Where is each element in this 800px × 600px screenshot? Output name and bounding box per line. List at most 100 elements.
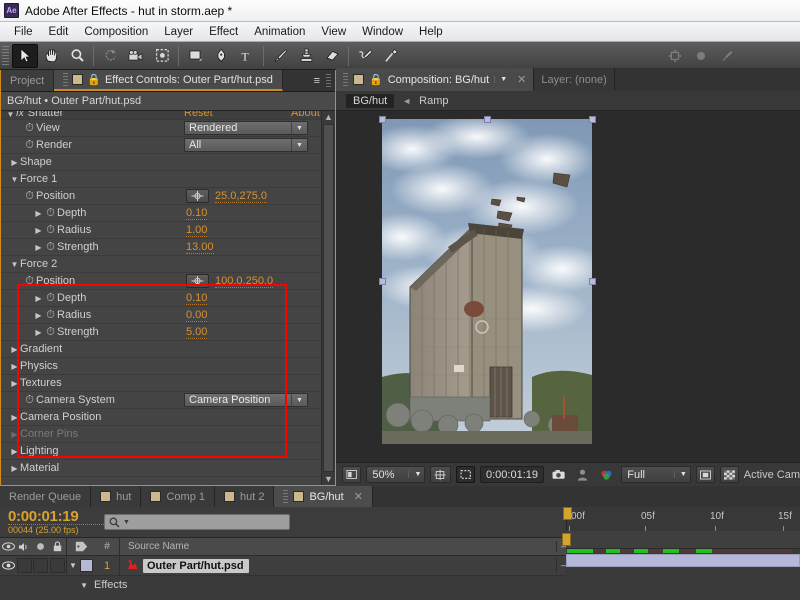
twirl-closed-icon[interactable]: ▶ [33, 311, 44, 320]
label-header-icon[interactable] [67, 541, 95, 552]
effect-controls-scrollbar[interactable]: ▲ ▼ [321, 111, 335, 485]
param-row-force1-position[interactable]: ⏱ Position 25.0,275.0 [1, 188, 321, 205]
menu-edit[interactable]: Edit [41, 24, 77, 40]
align-icon[interactable] [662, 44, 688, 68]
twirl-closed-icon[interactable]: ▶ [9, 413, 20, 422]
shape-tool[interactable] [182, 44, 208, 68]
param-group-camera-position[interactable]: ▶ Camera Position [1, 409, 321, 426]
tab-project[interactable]: Project [1, 70, 54, 91]
menu-animation[interactable]: Animation [246, 24, 313, 40]
channel-rgb-icon[interactable] [597, 466, 616, 483]
layer-visibility-toggle[interactable] [0, 561, 16, 570]
param-value[interactable]: 13.00 [186, 241, 214, 254]
layer-audio-toggle[interactable] [17, 558, 32, 573]
twirl-closed-icon[interactable]: ▶ [9, 464, 20, 473]
selection-handle-tr[interactable] [589, 116, 596, 123]
menu-view[interactable]: View [313, 24, 354, 40]
column-header-number[interactable]: # [95, 541, 119, 552]
panel-menu-icon[interactable]: ≡ [314, 75, 320, 87]
camera-orbit-tool[interactable] [123, 44, 149, 68]
param-group-material[interactable]: ▶ Material [1, 460, 321, 477]
timeline-track-area[interactable] [566, 531, 800, 549]
view-camera-label[interactable]: Active Cam [744, 469, 800, 481]
region-preview-icon[interactable] [696, 466, 715, 483]
twirl-closed-icon[interactable]: ▶ [33, 209, 44, 218]
menu-composition[interactable]: Composition [76, 24, 156, 40]
menu-effect[interactable]: Effect [201, 24, 246, 40]
brush-panel-icon[interactable] [714, 44, 740, 68]
param-group-shape[interactable]: ▶ Shape [1, 154, 321, 171]
stopwatch-icon[interactable]: ⏱ [23, 139, 36, 152]
twirl-closed-icon[interactable]: ▶ [9, 158, 20, 167]
selection-handle-tc[interactable] [484, 116, 491, 123]
param-row-force2-position[interactable]: ⏱ Position 100.0,250.0 [1, 273, 321, 290]
clone-stamp-tool[interactable] [293, 44, 319, 68]
twirl-closed-icon[interactable]: ▶ [33, 243, 44, 252]
stopwatch-icon[interactable]: ⏱ [23, 394, 36, 407]
roto-brush-tool[interactable] [352, 44, 378, 68]
param-group-physics[interactable]: ▶ Physics [1, 358, 321, 375]
stopwatch-icon[interactable]: ⏱ [23, 275, 36, 288]
param-value[interactable]: 0.00 [186, 309, 207, 322]
twirl-closed-icon[interactable]: ▶ [33, 294, 44, 303]
stopwatch-icon[interactable]: ⏱ [44, 224, 57, 237]
pan-behind-tool[interactable] [149, 44, 175, 68]
choose-grid-guides-icon[interactable] [430, 466, 450, 483]
stopwatch-icon[interactable]: ⏱ [44, 292, 57, 305]
scrollbar-thumb[interactable] [323, 124, 334, 472]
brush-tool[interactable] [267, 44, 293, 68]
twirl-closed-icon[interactable]: ▶ [9, 362, 20, 371]
param-row-force2-strength[interactable]: ▶ ⏱ Strength 5.00 [1, 324, 321, 341]
region-of-interest-icon[interactable] [456, 466, 475, 483]
audio-header-icon[interactable] [16, 542, 32, 552]
take-snapshot-icon[interactable] [549, 466, 568, 483]
param-row-force2-radius[interactable]: ▶ ⏱ Radius 0.00 [1, 307, 321, 324]
effects-twirl-icon[interactable]: ▼ [80, 581, 88, 590]
timeline-ruler[interactable]: 00f 05f 10f 15f [566, 507, 800, 531]
current-timecode[interactable]: 0:00:01:19 [480, 466, 544, 483]
selection-handle-ml[interactable] [379, 278, 386, 285]
close-icon[interactable]: ✕ [354, 490, 363, 503]
layer-color-swatch[interactable] [80, 559, 93, 572]
tab-hut-2[interactable]: hut 2 [215, 486, 274, 507]
solo-header-icon[interactable] [32, 542, 48, 551]
param-value[interactable]: 1.00 [186, 224, 207, 237]
view-dropdown[interactable]: Rendered ▼ [184, 121, 308, 135]
type-tool[interactable]: T [234, 44, 260, 68]
twirl-icon[interactable]: ▼ [5, 111, 16, 119]
hand-tool[interactable] [38, 44, 64, 68]
param-group-lighting[interactable]: ▶ Lighting [1, 443, 321, 460]
chevron-down-icon[interactable]: ▼ [494, 76, 507, 83]
panel-grip-icon[interactable] [326, 74, 331, 87]
tab-comp-1[interactable]: Comp 1 [141, 486, 215, 507]
toggle-transparency-grid-icon[interactable] [342, 466, 361, 483]
column-header-source-name[interactable]: Source Name [120, 541, 556, 552]
twirl-closed-icon[interactable]: ▶ [9, 447, 20, 456]
param-row-force1-strength[interactable]: ▶ ⏱ Strength 13.00 [1, 239, 321, 256]
twirl-open-icon[interactable]: ▼ [9, 175, 20, 184]
menu-help[interactable]: Help [411, 24, 451, 40]
close-icon[interactable]: ✕ [517, 73, 526, 86]
tab-composition-bg-hut[interactable]: 🔒 Composition: BG/hut ▼ ✕ [336, 68, 534, 91]
tab-render-queue[interactable]: Render Queue [0, 486, 91, 507]
position-picker-icon[interactable] [186, 189, 209, 203]
param-value[interactable]: 100.0,250.0 [215, 275, 273, 288]
search-input[interactable]: ▼ [104, 514, 290, 530]
effect-header-shatter[interactable]: ▼ fx Shatter Reset About [1, 111, 321, 120]
param-row-view[interactable]: ⏱ View Rendered ▼ [1, 120, 321, 137]
param-row-render[interactable]: ⏱ Render All ▼ [1, 137, 321, 154]
tab-hut[interactable]: hut [91, 486, 141, 507]
stopwatch-icon[interactable]: ⏱ [23, 190, 36, 203]
stopwatch-icon[interactable]: ⏱ [44, 241, 57, 254]
menu-window[interactable]: Window [354, 24, 411, 40]
lock-icon[interactable]: 🔒 [369, 73, 383, 86]
param-value[interactable]: 25.0,275.0 [215, 190, 267, 203]
stopwatch-icon[interactable]: ⏱ [44, 326, 57, 339]
breadcrumb-comp[interactable]: BG/hut [346, 94, 394, 108]
selection-handle-tl[interactable] [379, 116, 386, 123]
toolbar-grip-icon[interactable] [2, 46, 9, 66]
position-picker-icon[interactable] [186, 274, 209, 288]
puppet-pin-tool[interactable] [378, 44, 404, 68]
menu-layer[interactable]: Layer [156, 24, 201, 40]
composition-viewer-stage[interactable] [336, 111, 800, 462]
